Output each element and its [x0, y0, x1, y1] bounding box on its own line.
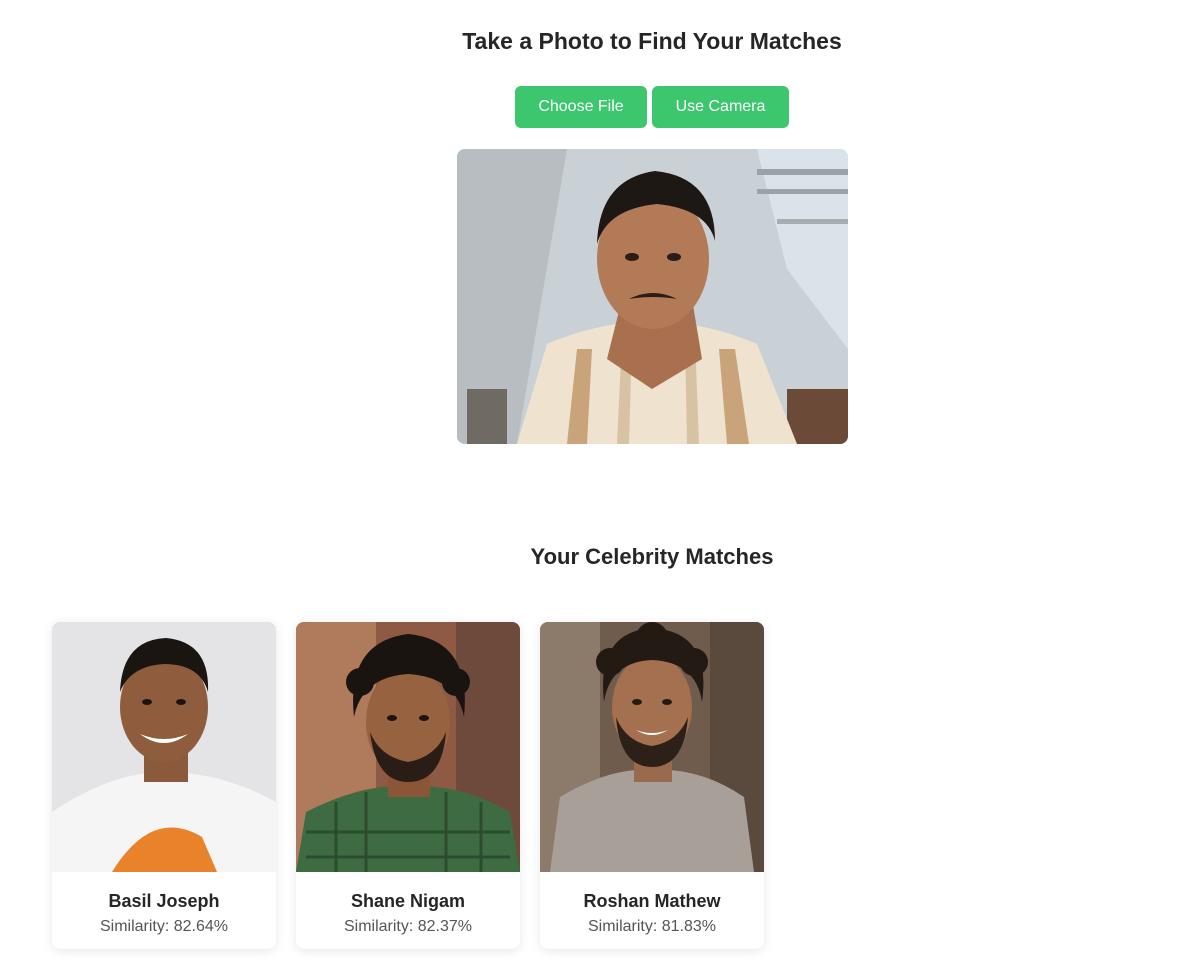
- match-card[interactable]: Shane Nigam Similarity: 82.37%: [296, 622, 520, 949]
- uploaded-photo-preview: [457, 149, 848, 444]
- similarity-score: Similarity: 82.64%: [99, 918, 229, 935]
- page: Take a Photo to Find Your Matches Choose…: [0, 0, 1184, 973]
- user-photo-image: [457, 149, 848, 444]
- match-cards: Basil Joseph Similarity: 82.64% Shane Ni…: [52, 622, 764, 949]
- celebrity-photo: [296, 622, 520, 872]
- match-card[interactable]: Roshan Mathew Similarity: 81.83%: [540, 622, 764, 949]
- use-camera-button[interactable]: Use Camera: [652, 86, 789, 128]
- similarity-score: Similarity: 81.83%: [587, 918, 717, 935]
- choose-file-button[interactable]: Choose File: [515, 86, 647, 128]
- celebrity-photo: [52, 622, 276, 872]
- celebrity-name: Roshan Mathew: [583, 891, 721, 911]
- celebrity-photo: [540, 622, 764, 872]
- similarity-score: Similarity: 82.37%: [343, 918, 473, 935]
- celebrity-name: Shane Nigam: [350, 891, 466, 911]
- upload-actions: Choose File Use Camera: [515, 86, 789, 128]
- celebrity-name: Basil Joseph: [108, 891, 220, 911]
- match-card[interactable]: Basil Joseph Similarity: 82.64%: [52, 622, 276, 949]
- matches-title: Your Celebrity Matches: [530, 544, 774, 569]
- upload-title: Take a Photo to Find Your Matches: [462, 28, 842, 54]
